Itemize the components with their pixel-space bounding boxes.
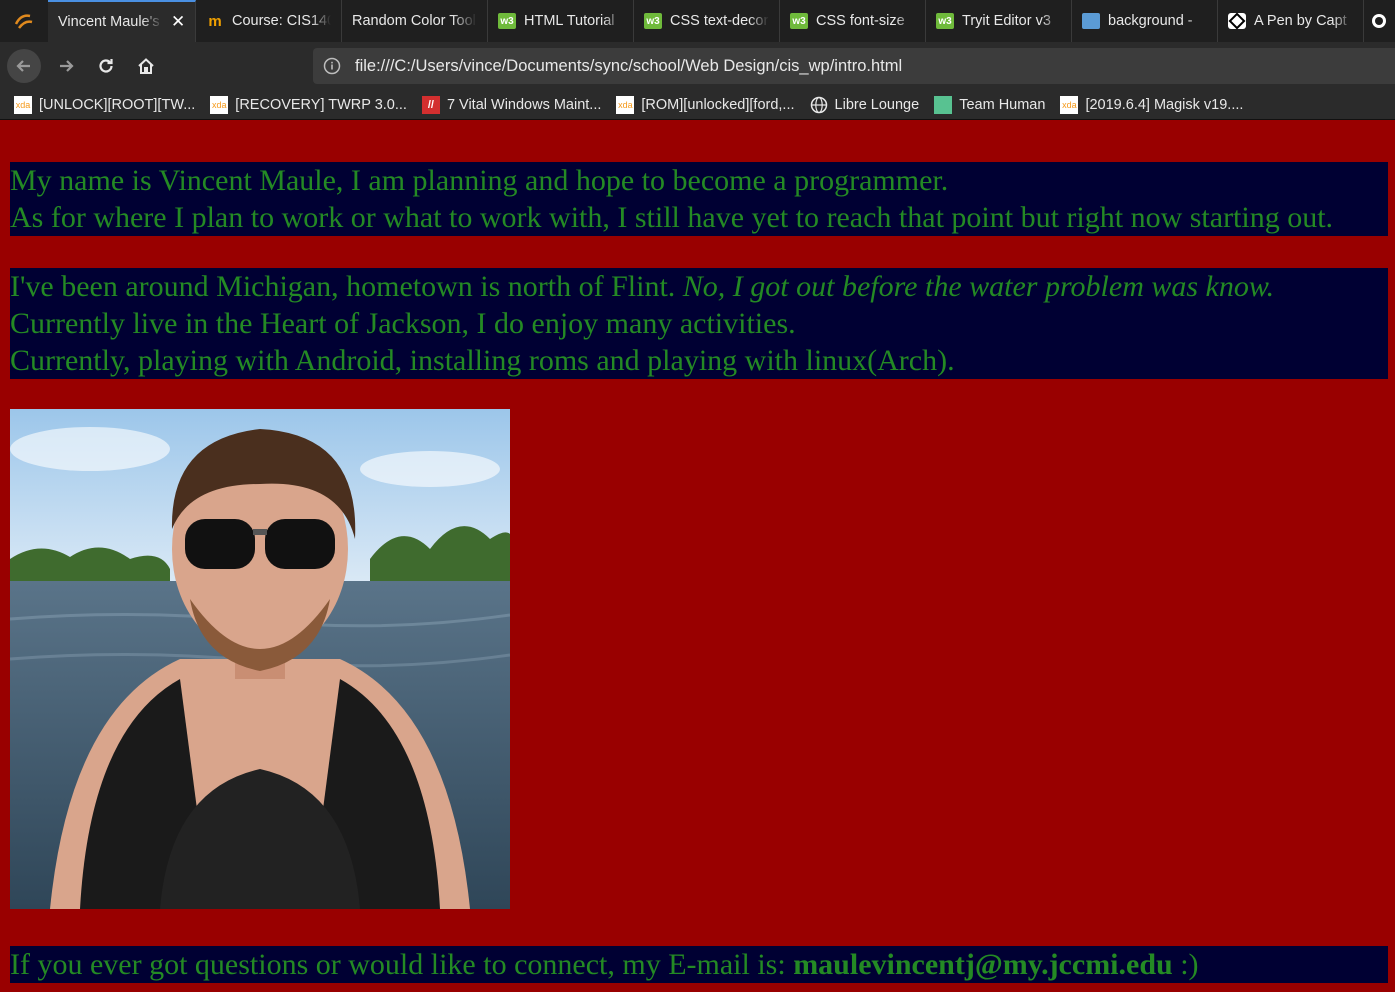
address-bar[interactable]: file:///C:/Users/vince/Documents/sync/sc… (313, 48, 1395, 84)
tab-course[interactable]: m Course: CIS140 (196, 0, 342, 42)
navigation-bar: file:///C:/Users/vince/Documents/sync/sc… (0, 42, 1395, 90)
browser-logo-icon[interactable] (0, 0, 48, 42)
info-icon[interactable] (323, 57, 341, 75)
bg-icon (1082, 13, 1100, 29)
arrow-right-icon (60, 60, 74, 72)
xda-icon: xda (14, 95, 32, 114)
bookmark-item[interactable]: Libre Lounge (810, 96, 920, 114)
team-icon (934, 95, 953, 114)
back-button[interactable] (7, 49, 41, 83)
contact-suffix: :) (1172, 948, 1199, 981)
tab-html-tutorial[interactable]: w3 HTML Tutorial (488, 0, 634, 42)
moodle-icon: m (208, 12, 222, 30)
arrow-left-icon (16, 60, 30, 72)
xda-icon: xda (616, 95, 635, 114)
tab-label: background - (1108, 13, 1193, 29)
red-icon: // (421, 95, 440, 114)
profile-photo (10, 409, 510, 909)
bookmark-item[interactable]: xda [ROM][unlocked][ford,... (616, 95, 795, 114)
bookmark-label: [RECOVERY] TWRP 3.0... (235, 96, 407, 113)
bookmark-label: [UNLOCK][ROOT][TW... (39, 96, 196, 113)
reload-button[interactable] (89, 49, 123, 83)
w3schools-icon: w3 (644, 13, 662, 29)
water-note: No, I got out before the water problem w… (682, 270, 1275, 303)
bookmark-label: Team Human (959, 96, 1046, 113)
tab-label: CSS text-decoration (670, 13, 769, 29)
tab-a-pen[interactable]: A Pen by Capt (1218, 0, 1364, 42)
home-icon (138, 58, 154, 74)
close-tab-icon[interactable]: ✕ (171, 12, 185, 32)
tab-label: Vincent Maule's (58, 14, 160, 30)
about-line-3: Currently, playing with Android, install… (10, 344, 955, 377)
hometown-text: I've been around Michigan, hometown is n… (10, 270, 683, 303)
intro-paragraph: My name is Vincent Maule, I am planning … (10, 162, 1388, 236)
tab-label: CSS font-size (816, 13, 905, 29)
bookmark-item[interactable]: xda [UNLOCK][ROOT][TW... (14, 95, 196, 114)
w3schools-icon: w3 (498, 13, 516, 29)
forward-button[interactable] (49, 49, 83, 83)
tab-random-color[interactable]: Random Color Tool (342, 0, 488, 42)
tab-label: HTML Tutorial (524, 13, 615, 29)
tab-label: Course: CIS140 (232, 13, 331, 29)
about-paragraph: I've been around Michigan, hometown is n… (10, 268, 1388, 379)
bookmark-label: Libre Lounge (834, 96, 920, 113)
bookmark-label: [ROM][unlocked][ford,... (641, 96, 795, 113)
w3schools-icon: w3 (936, 13, 954, 29)
page-content: My name is Vincent Maule, I am planning … (0, 121, 1395, 992)
globe-icon (810, 96, 828, 114)
bookmark-label: [2019.6.4] Magisk v19.... (1085, 96, 1244, 113)
tab-background[interactable]: background - (1072, 0, 1218, 42)
about-line-2: Currently live in the Heart of Jackson, … (10, 307, 796, 340)
tab-label: Tryit Editor v3 (962, 13, 1051, 29)
bookmarks-bar: xda [UNLOCK][ROOT][TW... xda [RECOVERY] TW… (0, 90, 1395, 120)
bookmark-item[interactable]: xda [RECOVERY] TWRP 3.0... (210, 95, 407, 114)
bookmark-item[interactable]: // 7 Vital Windows Maint... (421, 95, 602, 114)
url-text[interactable]: file:///C:/Users/vince/Documents/sync/sc… (355, 57, 902, 76)
xda-icon: xda (1060, 95, 1079, 114)
codepen-icon (1228, 13, 1246, 29)
xda-icon: xda (210, 95, 229, 114)
contact-text: If you ever got questions or would like … (10, 948, 794, 981)
tab-css-text-decoration[interactable]: w3 CSS text-decoration (634, 0, 780, 42)
about-line-1: I've been around Michigan, hometown is n… (10, 268, 1388, 305)
tab-label: Random Color Tool (352, 13, 476, 29)
tab-strip: Vincent Maule's ✕ m Course: CIS140 Rando… (0, 0, 1395, 42)
bookmark-item[interactable]: xda [2019.6.4] Magisk v19.... (1060, 95, 1244, 114)
email-address: maulevincentj@my.jccmi.edu (793, 948, 1173, 981)
bookmark-item[interactable]: Team Human (934, 95, 1046, 114)
tab-vincent-maule[interactable]: Vincent Maule's ✕ (48, 0, 196, 42)
tab-tryit-editor[interactable]: w3 Tryit Editor v3 (926, 0, 1072, 42)
intro-line-2: As for where I plan to work or what to w… (10, 201, 1334, 234)
home-button[interactable] (129, 49, 163, 83)
contact-paragraph: If you ever got questions or would like … (10, 946, 1388, 983)
reload-icon (99, 59, 113, 73)
w3schools-icon: w3 (790, 13, 808, 29)
bookmark-label: 7 Vital Windows Maint... (446, 96, 602, 113)
tab-css-font-size[interactable]: w3 CSS font-size (780, 0, 926, 42)
tab-overflow-icon[interactable] (1364, 0, 1394, 42)
tab-label: A Pen by Capt (1254, 13, 1347, 29)
intro-line-1: My name is Vincent Maule, I am planning … (10, 164, 949, 197)
